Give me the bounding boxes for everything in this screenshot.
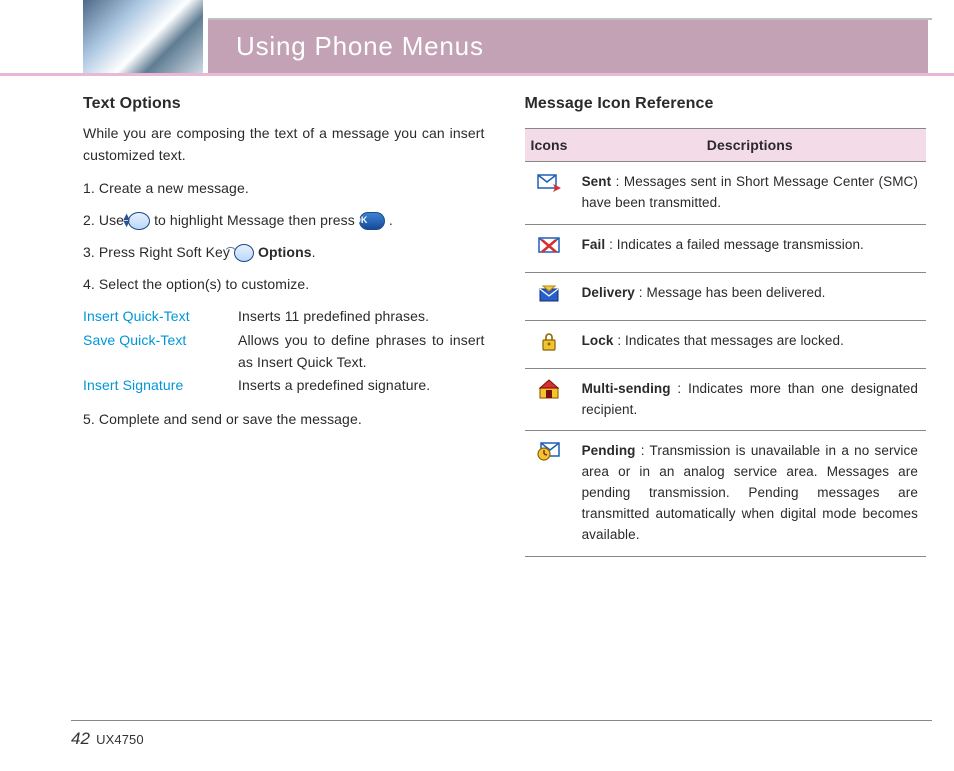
multi-sending-icon <box>537 379 561 399</box>
icon-reference-table: Icons Descriptions Sent : Messages sent … <box>525 128 927 557</box>
table-row: Delivery : Message has been delivered. <box>525 272 927 320</box>
table-row: Multi-sending : Indicates more than one … <box>525 368 927 431</box>
content-area: Text Options While you are composing the… <box>83 95 926 557</box>
page-title: Using Phone Menus <box>208 20 928 73</box>
model-number: UX4750 <box>96 732 144 747</box>
def-desc: Inserts a predefined signature. <box>238 375 485 399</box>
ok-key-icon: OK <box>359 212 385 230</box>
step-4: 4. Select the option(s) to customize. <box>83 274 485 295</box>
lock-icon <box>537 331 561 351</box>
text-options-heading: Text Options <box>83 95 485 113</box>
step-3-options-label: Options <box>258 244 312 260</box>
step-2-text-b: to highlight Message then press <box>154 212 359 228</box>
row-label: Multi-sending <box>582 381 671 396</box>
def-desc: Inserts 11 predefined phrases. <box>238 306 485 330</box>
table-row: Lock : Indicates that messages are locke… <box>525 320 927 368</box>
fail-icon <box>537 235 561 255</box>
pending-icon <box>537 441 561 461</box>
footer: 42 UX4750 <box>71 720 932 749</box>
row-label: Lock <box>582 333 614 348</box>
right-column: Message Icon Reference Icons Description… <box>525 95 927 557</box>
text-options-intro: While you are composing the text of a me… <box>83 123 485 166</box>
table-row: Sent : Messages sent in Short Message Ce… <box>525 162 927 225</box>
row-label: Delivery <box>582 285 635 300</box>
def-term: Insert Signature <box>83 375 238 399</box>
row-label: Fail <box>582 237 606 252</box>
step-2-text-c: . <box>389 212 393 228</box>
step-5: 5. Complete and send or save the message… <box>83 409 485 430</box>
row-desc: : Messages sent in Short Message Center … <box>582 174 918 210</box>
def-term: Save Quick-Text <box>83 330 238 375</box>
page-number: 42 <box>71 729 90 749</box>
row-label: Pending <box>582 443 636 458</box>
def-desc: Allows you to define phrases to insert a… <box>238 330 485 375</box>
def-row: Insert Quick-Text Inserts 11 predefined … <box>83 306 485 330</box>
def-row: Insert Signature Inserts a predefined si… <box>83 375 485 399</box>
row-desc: : Indicates that messages are locked. <box>614 333 844 348</box>
sent-icon <box>537 172 561 192</box>
quick-text-definitions: Insert Quick-Text Inserts 11 predefined … <box>83 306 485 399</box>
row-desc: : Message has been delivered. <box>635 285 826 300</box>
right-soft-key-icon: ⌒ <box>234 244 254 262</box>
header-photo <box>83 0 203 73</box>
delivery-icon <box>537 283 561 303</box>
left-column: Text Options While you are composing the… <box>83 95 485 557</box>
row-label: Sent <box>582 174 612 189</box>
steps-list-continued: 5. Complete and send or save the message… <box>83 409 485 430</box>
step-2: 2. Use ▲▼ to highlight Message then pres… <box>83 210 485 231</box>
steps-list: 1. Create a new message. 2. Use ▲▼ to hi… <box>83 178 485 295</box>
header-underline <box>0 73 954 76</box>
th-icons: Icons <box>525 129 574 162</box>
step-1: 1. Create a new message. <box>83 178 485 199</box>
icon-reference-heading: Message Icon Reference <box>525 95 927 113</box>
table-row: Pending : Transmission is unavailable in… <box>525 431 927 557</box>
step-3-text-a: 3. Press Right Soft Key <box>83 244 234 260</box>
step-3-text-b: . <box>312 244 316 260</box>
def-term: Insert Quick-Text <box>83 306 238 330</box>
row-desc: : Indicates a failed message transmissio… <box>605 237 864 252</box>
table-row: Fail : Indicates a failed message transm… <box>525 224 927 272</box>
step-3: 3. Press Right Soft Key ⌒ Options. <box>83 242 485 263</box>
def-row: Save Quick-Text Allows you to define phr… <box>83 330 485 375</box>
th-descriptions: Descriptions <box>574 129 926 162</box>
nav-updown-icon: ▲▼ <box>128 212 150 230</box>
